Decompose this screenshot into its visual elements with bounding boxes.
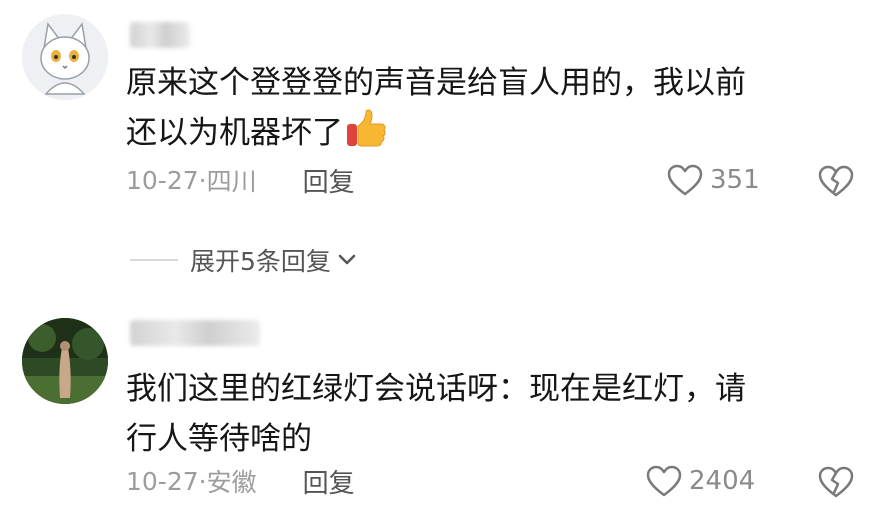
comment-text-line-part: 还以为机器坏了 [126,115,343,151]
like-count: 351 [710,165,760,195]
comment-date: 10-27 [126,466,199,496]
heart-icon [646,465,682,497]
comment-text: 我们这里的红绿灯会说话呀：现在是红灯，请 行人等待啥的 [126,364,846,464]
like-button[interactable]: 2404 [645,463,755,499]
username-blurred[interactable] [130,22,190,48]
avatar[interactable] [22,14,108,100]
comment-text-line: 还以为机器坏了 [126,108,846,158]
photo-avatar-icon [22,318,108,404]
username-blurred[interactable] [130,320,260,346]
comment-meta: 10-27 · 安徽 回复 [126,463,355,499]
expand-replies-button[interactable]: 展开5条回复 [130,242,357,278]
broken-heart-icon [818,466,854,498]
comment-item: 我们这里的红绿灯会说话呀：现在是红灯，请 行人等待啥的 10-27 · 安徽 回… [0,300,880,518]
cat-avatar-icon [22,14,108,100]
comment-meta: 10-27 · 四川 回复 [126,162,355,198]
comment-location: 四川 [206,167,257,196]
thumbs-up-icon [345,109,387,149]
like-button[interactable]: 351 [666,162,760,198]
expand-replies-label: 展开5条回复 [190,247,331,276]
comment-text-line: 行人等待啥的 [126,421,312,457]
like-count: 2404 [689,466,756,496]
avatar[interactable] [22,318,108,404]
meta-separator: · [198,165,207,195]
heart-icon [667,164,703,196]
comment-item: 原来这个登登登的声音是给盲人用的，我以前 还以为机器坏了 10-27 · 四川 … [0,0,880,225]
comment-location: 安徽 [206,468,257,497]
dislike-button[interactable] [818,465,854,499]
comment-text-line: 我们这里的红绿灯会说话呀：现在是红灯，请 [126,371,746,407]
divider-line [130,259,178,261]
chevron-down-icon [338,254,356,265]
comment-text: 原来这个登登登的声音是给盲人用的，我以前 还以为机器坏了 [126,58,846,158]
reply-button[interactable]: 回复 [303,162,355,199]
meta-separator: · [198,466,207,496]
comment-date: 10-27 [126,165,199,195]
dislike-button[interactable] [818,164,854,198]
comment-text-line: 原来这个登登登的声音是给盲人用的，我以前 [126,65,746,101]
broken-heart-icon [818,165,854,197]
reply-button[interactable]: 回复 [303,463,355,500]
